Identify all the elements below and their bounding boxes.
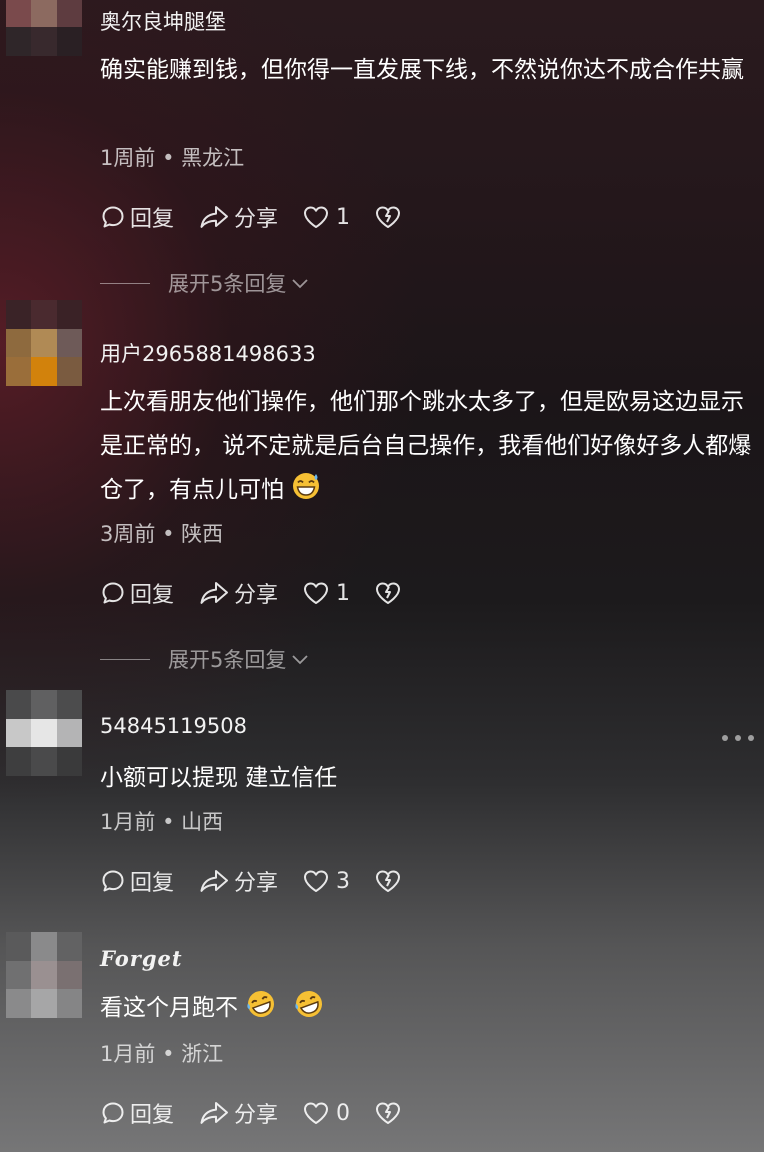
comment-username[interactable]: 54845119508 xyxy=(100,714,247,738)
speech-bubble-icon xyxy=(102,870,124,892)
comment-meta: 1月前 • 浙江 xyxy=(100,1038,223,1068)
comment-actions: 回复 分享 1 xyxy=(100,576,426,610)
reply-button[interactable]: 回复 xyxy=(100,1097,174,1129)
share-label: 分享 xyxy=(234,583,279,608)
like-count: 3 xyxy=(336,868,351,894)
comment-text: 小额可以提现 建立信任 xyxy=(100,765,338,791)
comment-text: 上次看朋友他们操作，他们那个跳水太多了，但是欧易这边显示是正常的， 说不定就是后… xyxy=(100,380,756,512)
speech-bubble-icon xyxy=(102,206,124,228)
like-count: 0 xyxy=(336,1100,351,1126)
reply-label: 回复 xyxy=(130,583,175,608)
meta-separator: • xyxy=(162,522,175,546)
speech-bubble-icon xyxy=(102,1102,124,1124)
broken-heart-icon xyxy=(376,582,401,604)
meta-separator: • xyxy=(162,1042,175,1066)
comment-text-content: 上次看朋友他们操作，他们那个跳水太多了，但是欧易这边显示是正常的， 说不定就是后… xyxy=(100,389,752,503)
comment-location: 陕西 xyxy=(181,522,224,546)
share-label: 分享 xyxy=(234,1103,279,1128)
expand-divider xyxy=(100,658,150,660)
comment-location: 黑龙江 xyxy=(181,146,245,170)
dislike-button[interactable] xyxy=(374,204,402,230)
comment-text-content: 看这个月跑不 xyxy=(100,995,238,1021)
comment-location: 浙江 xyxy=(181,1042,224,1066)
comment-username[interactable]: Forget xyxy=(100,946,183,971)
share-arrow-icon xyxy=(200,582,229,604)
reply-label: 回复 xyxy=(130,207,175,232)
heart-icon xyxy=(304,1102,329,1124)
like-button[interactable]: 0 xyxy=(302,1100,350,1126)
avatar[interactable] xyxy=(6,300,82,386)
chevron-down-icon xyxy=(292,655,309,665)
expand-replies-button[interactable]: 展开5条回复 xyxy=(100,644,310,674)
comment-username[interactable]: 用户2965881498633 xyxy=(100,338,316,368)
reply-button[interactable]: 回复 xyxy=(100,577,174,609)
reply-label: 回复 xyxy=(130,1103,175,1128)
dislike-button[interactable] xyxy=(374,580,402,606)
rolling-laughing-emoji xyxy=(295,991,322,1017)
broken-heart-icon xyxy=(376,1102,401,1124)
meta-separator: • xyxy=(162,146,175,170)
reply-label: 回复 xyxy=(130,871,175,896)
more-dots-icon xyxy=(722,735,728,741)
grinning-sweat-emoji xyxy=(293,473,319,499)
comment-time: 1周前 xyxy=(100,146,156,170)
like-button[interactable]: 1 xyxy=(302,580,350,606)
share-button[interactable]: 分享 xyxy=(198,865,278,897)
comment-text: 确实能赚到钱，但你得一直发展下线，不然说你达不成合作共赢 xyxy=(100,57,744,83)
expand-label: 展开5条回复 xyxy=(168,272,287,296)
heart-icon xyxy=(304,870,329,892)
share-arrow-icon xyxy=(200,1102,229,1124)
dislike-button[interactable] xyxy=(374,1100,402,1126)
broken-heart-icon xyxy=(376,870,401,892)
heart-icon xyxy=(304,582,329,604)
comment-actions: 回复 分享 1 xyxy=(100,200,426,234)
comment-actions: 回复 分享 0 xyxy=(100,1096,426,1130)
expand-divider xyxy=(100,282,150,284)
speech-bubble-icon xyxy=(102,582,124,604)
more-options-button[interactable] xyxy=(722,730,754,746)
comment-actions: 回复 分享 3 xyxy=(100,864,426,898)
dislike-button[interactable] xyxy=(374,868,402,894)
comment-username[interactable]: 奥尔良坤腿堡 xyxy=(100,6,226,36)
like-button[interactable]: 3 xyxy=(302,868,350,894)
share-button[interactable]: 分享 xyxy=(198,577,278,609)
meta-separator: • xyxy=(162,810,175,834)
like-button[interactable]: 1 xyxy=(302,204,350,230)
share-button[interactable]: 分享 xyxy=(198,201,278,233)
share-label: 分享 xyxy=(234,871,279,896)
like-count: 1 xyxy=(336,580,351,606)
comment-time: 1月前 xyxy=(100,810,156,834)
rolling-laughing-emoji xyxy=(247,991,274,1017)
expand-label: 展开5条回复 xyxy=(168,648,287,672)
comment-meta: 1月前 • 山西 xyxy=(100,806,223,836)
comment-location: 山西 xyxy=(181,810,224,834)
avatar[interactable] xyxy=(6,690,82,776)
expand-replies-button[interactable]: 展开5条回复 xyxy=(100,268,310,298)
avatar[interactable] xyxy=(6,932,82,1018)
broken-heart-icon xyxy=(376,206,401,228)
comment-meta: 3周前 • 陕西 xyxy=(100,518,223,548)
share-button[interactable]: 分享 xyxy=(198,1097,278,1129)
share-arrow-icon xyxy=(200,206,229,228)
share-arrow-icon xyxy=(200,870,229,892)
avatar[interactable] xyxy=(6,0,82,56)
share-label: 分享 xyxy=(234,207,279,232)
comment-text: 看这个月跑不 xyxy=(100,986,756,1030)
comment-time: 3周前 xyxy=(100,522,156,546)
reply-button[interactable]: 回复 xyxy=(100,201,174,233)
like-count: 1 xyxy=(336,204,351,230)
heart-icon xyxy=(304,206,329,228)
reply-button[interactable]: 回复 xyxy=(100,865,174,897)
comment-time: 1月前 xyxy=(100,1042,156,1066)
chevron-down-icon xyxy=(292,279,309,289)
comment-meta: 1周前 • 黑龙江 xyxy=(100,142,244,172)
